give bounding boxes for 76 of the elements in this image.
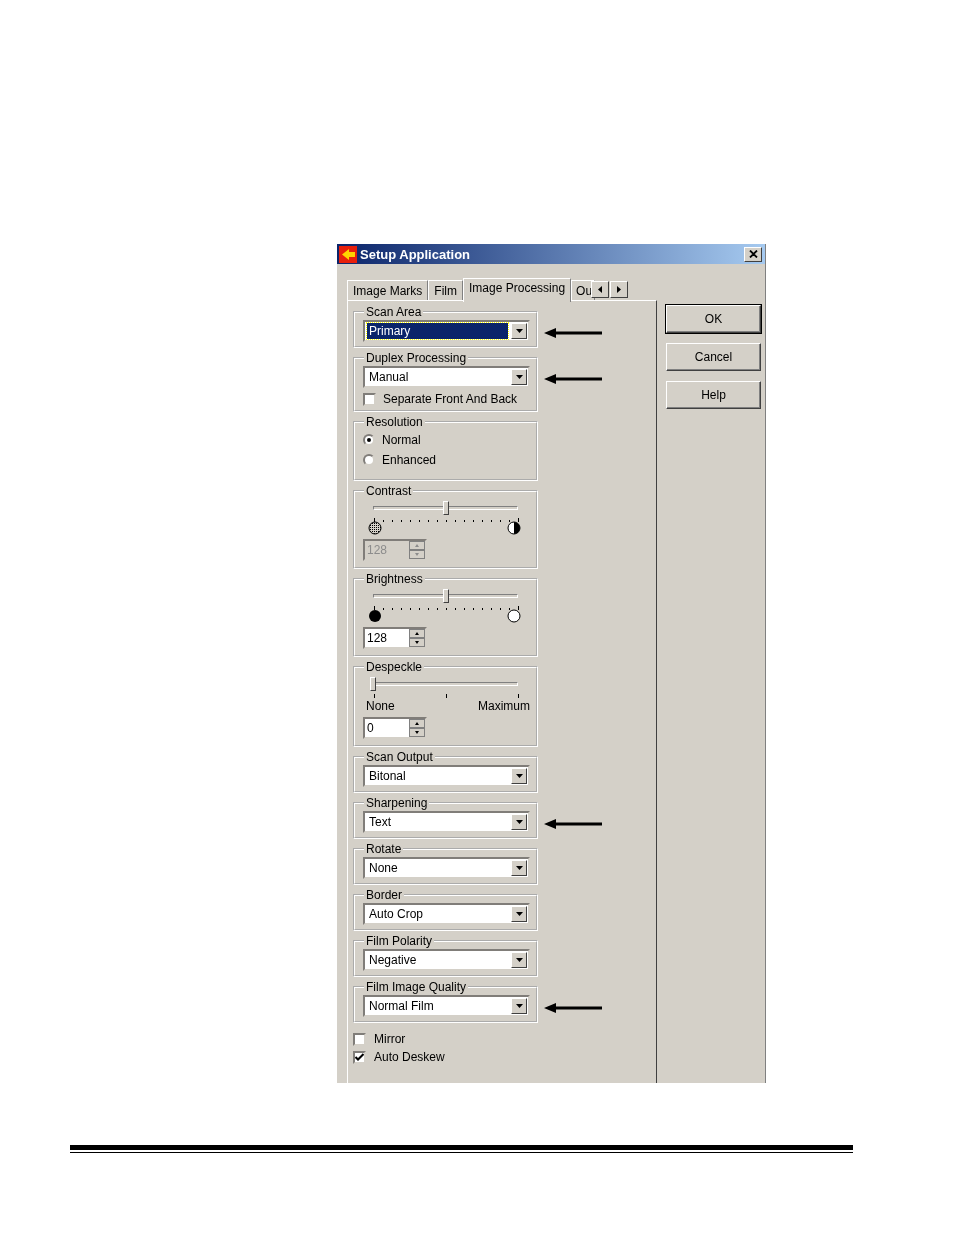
half-filled-circle-icon (507, 521, 521, 535)
scroll-left-button[interactable] (591, 280, 610, 298)
checkbox[interactable] (353, 1032, 366, 1046)
checkbox-label: Mirror (374, 1032, 406, 1046)
dropdown-button[interactable] (511, 768, 527, 784)
group-label: Border (365, 888, 404, 902)
dropdown[interactable]: Auto Crop (363, 903, 530, 925)
radio-label: Normal (382, 433, 421, 447)
scroll-right-button[interactable] (610, 280, 629, 298)
dropdown-button[interactable] (511, 323, 527, 339)
group-label: Film Image Quality (365, 980, 468, 994)
radio-button[interactable] (363, 434, 375, 446)
group-label: Scan Area (365, 305, 423, 319)
slider-thumb[interactable] (442, 501, 449, 515)
group-label: Brightness (365, 572, 424, 586)
dropdown[interactable]: Text (363, 811, 530, 833)
slider-track[interactable] (370, 501, 521, 515)
caret-icon (515, 958, 523, 962)
group-label: Sharpening (365, 796, 429, 810)
caret-icon (515, 820, 523, 824)
slider-thumb[interactable] (442, 589, 449, 603)
checkbox[interactable] (353, 1050, 366, 1064)
dropdown-button[interactable] (511, 369, 527, 385)
number-field[interactable]: 0 (363, 717, 427, 739)
radio-button[interactable] (363, 454, 375, 466)
caret-icon (515, 866, 523, 870)
group-label: Scan Output (365, 750, 434, 764)
close-icon[interactable] (748, 250, 758, 258)
scale-label: Maximum (478, 699, 530, 713)
checkbox-label: Separate Front And Back (383, 392, 518, 406)
dropdown-button[interactable] (511, 952, 527, 968)
caret-icon (515, 774, 523, 778)
caret-icon (515, 1004, 523, 1008)
dropdown-button[interactable] (511, 998, 527, 1014)
left-triangle-icon[interactable] (598, 285, 603, 293)
group-label: Contrast (365, 484, 413, 498)
dialog-button[interactable]: Cancel (666, 343, 761, 371)
slider-thumb[interactable] (370, 677, 376, 691)
dropdown[interactable]: Manual (363, 366, 530, 388)
group-label: Rotate (365, 842, 403, 856)
group-label: Film Polarity (365, 934, 433, 948)
caret-icon (515, 375, 523, 379)
dropdown[interactable]: None (363, 857, 530, 879)
dropdown[interactable]: Primary (363, 320, 530, 342)
group-label: Resolution (365, 415, 424, 429)
caret-icon (515, 329, 523, 333)
tab[interactable]: Image Marks (347, 280, 429, 300)
tab[interactable]: Film (428, 280, 464, 300)
checkbox-label: Auto Deskew (374, 1050, 445, 1064)
slider-track[interactable] (370, 677, 521, 691)
dropdown-button[interactable] (511, 860, 527, 876)
dialog-button[interactable]: Help (666, 381, 761, 409)
group-label: Duplex Processing (365, 351, 468, 365)
dropdown-button[interactable] (511, 814, 527, 830)
group-label: Despeckle (365, 660, 424, 674)
right-triangle-icon[interactable] (617, 285, 622, 293)
close-button[interactable] (744, 246, 762, 262)
logo-icon (339, 245, 357, 263)
hollow-circle-icon (507, 609, 521, 623)
spin-arrows-icon[interactable] (409, 629, 425, 647)
hatched-circle-icon (368, 521, 382, 535)
slider-track[interactable] (370, 589, 521, 603)
radio-label: Enhanced (382, 453, 437, 467)
dropdown[interactable]: Negative (363, 949, 530, 971)
dialog-button[interactable]: OK (666, 305, 761, 333)
dropdown-button[interactable] (511, 906, 527, 922)
tab[interactable]: Image Processing (463, 278, 572, 302)
checkbox[interactable] (363, 392, 376, 406)
spin-arrows-icon[interactable] (409, 719, 425, 737)
filled-circle-icon (368, 609, 382, 623)
dropdown[interactable]: Bitonal (363, 765, 530, 787)
dropdown[interactable]: Normal Film (363, 995, 530, 1017)
scale-label: None (366, 699, 395, 713)
number-field[interactable]: 128 (363, 627, 427, 649)
caret-icon (515, 912, 523, 916)
window-title: Setup Application (360, 246, 472, 262)
